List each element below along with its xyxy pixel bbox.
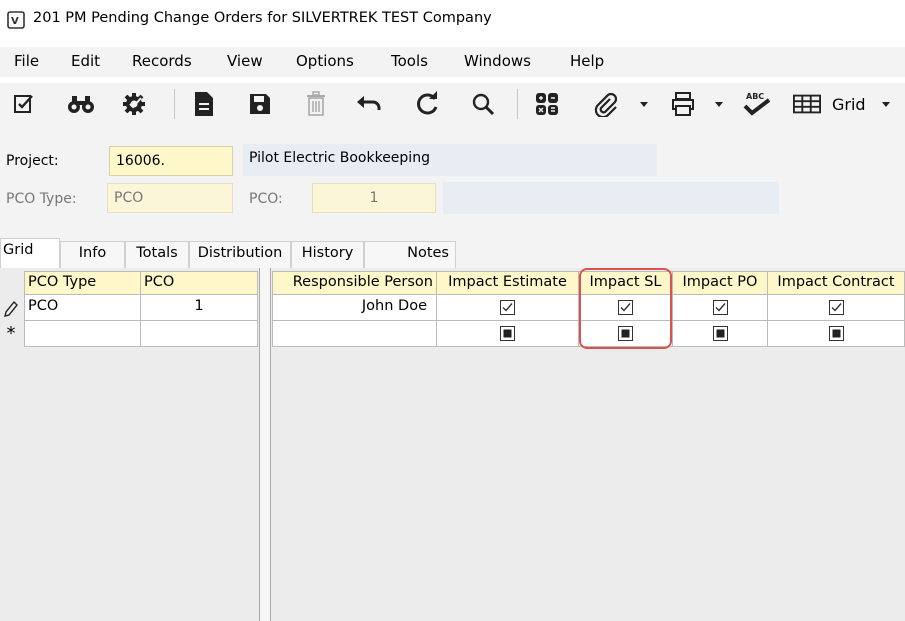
menu-records[interactable]: Records	[132, 52, 192, 70]
checkbox-checked-icon[interactable]	[828, 300, 844, 315]
new-document-icon[interactable]	[190, 90, 218, 118]
tab-distribution[interactable]: Distribution	[189, 241, 291, 268]
data-grid: PCO Type PCO Responsible Person Impact E…	[0, 268, 905, 621]
menu-help[interactable]: Help	[570, 52, 604, 70]
tab-grid[interactable]: Grid	[0, 238, 60, 269]
checkbox-checked-icon[interactable]	[712, 300, 728, 315]
grid-view-icon[interactable]	[793, 90, 821, 118]
undo-icon[interactable]	[355, 90, 383, 118]
menu-windows[interactable]: Windows	[464, 52, 531, 70]
print-dropdown-icon[interactable]	[715, 102, 723, 107]
tab-history[interactable]: History	[291, 241, 364, 268]
cell-impact-po-new[interactable]	[672, 320, 768, 347]
toolbar: ABC Grid	[0, 83, 905, 127]
check-list-icon[interactable]	[10, 90, 38, 118]
search-icon[interactable]	[469, 90, 497, 118]
svg-text:V: V	[11, 16, 19, 27]
calculator-icon[interactable]	[533, 90, 561, 118]
toolbar-separator	[174, 89, 175, 119]
print-icon[interactable]	[669, 90, 697, 118]
checkbox-indeterminate-icon[interactable]	[712, 326, 728, 341]
column-header-impact-estimate[interactable]: Impact Estimate	[436, 271, 579, 295]
tab-info[interactable]: Info	[60, 241, 125, 268]
app-icon: V	[7, 11, 25, 29]
cell-pco[interactable]: 1	[140, 294, 258, 321]
window-title: 201 PM Pending Change Orders for SILVERT…	[33, 10, 492, 26]
menu-options[interactable]: Options	[296, 52, 354, 70]
binoculars-icon[interactable]	[67, 90, 95, 118]
tab-totals[interactable]: Totals	[125, 241, 189, 268]
cell-impact-contract-new[interactable]	[767, 320, 905, 347]
asterisk-icon: *	[6, 323, 16, 344]
cell-impact-estimate[interactable]	[436, 294, 579, 321]
spellcheck-icon[interactable]: ABC	[740, 90, 774, 118]
cell-responsible-person-new[interactable]	[272, 320, 437, 347]
grid-dropdown-icon[interactable]	[882, 102, 890, 107]
project-field[interactable]: 16006.	[109, 146, 233, 176]
cell-pco-type[interactable]: PCO	[24, 294, 141, 321]
menu-edit[interactable]: Edit	[71, 52, 100, 70]
grid-view-label[interactable]: Grid	[832, 95, 866, 114]
column-header-pco[interactable]: PCO	[140, 271, 258, 295]
pencil-icon	[0, 295, 22, 322]
column-header-impact-contract[interactable]: Impact Contract	[767, 271, 905, 295]
title-bar: V 201 PM Pending Change Orders for SILVE…	[0, 0, 905, 40]
cell-impact-contract[interactable]	[767, 294, 905, 321]
delete-icon[interactable]	[302, 90, 330, 118]
grid-splitter[interactable]	[259, 268, 271, 621]
spellcheck-badge: ABC	[746, 92, 764, 101]
cell-impact-po[interactable]	[672, 294, 768, 321]
tab-strip: Grid Info Totals Distribution History No…	[0, 238, 905, 269]
column-header-responsible-person[interactable]: Responsible Person	[272, 271, 437, 295]
project-label: Project:	[6, 153, 59, 169]
menu-view[interactable]: View	[227, 52, 263, 70]
menu-bar: File Edit Records View Options Tools Win…	[0, 47, 905, 77]
pco-field[interactable]: 1	[312, 183, 436, 213]
column-header-pco-type[interactable]: PCO Type	[24, 271, 141, 295]
toolbar-separator	[517, 89, 518, 119]
pco-type-label: PCO Type:	[6, 191, 77, 207]
tab-notes[interactable]: Notes	[364, 241, 456, 268]
attachment-icon[interactable]	[591, 90, 619, 118]
column-header-impact-po[interactable]: Impact PO	[672, 271, 768, 295]
menu-file[interactable]: File	[14, 52, 39, 70]
settings-gear-icon[interactable]	[120, 90, 148, 118]
project-description-field[interactable]: Pilot Electric Bookkeeping	[243, 144, 657, 176]
pco-label: PCO:	[249, 191, 283, 207]
pco-type-field[interactable]: PCO	[107, 183, 233, 213]
pco-description-field[interactable]	[443, 182, 779, 214]
checkbox-indeterminate-icon[interactable]	[500, 326, 515, 341]
cell-pco-new[interactable]	[140, 320, 258, 347]
save-icon[interactable]	[246, 90, 274, 118]
refresh-icon[interactable]	[413, 90, 441, 118]
menu-tools[interactable]: Tools	[391, 52, 428, 70]
impact-sl-highlight	[579, 268, 672, 349]
checkbox-checked-icon[interactable]	[500, 300, 515, 315]
attachment-dropdown-icon[interactable]	[640, 102, 648, 107]
cell-impact-estimate-new[interactable]	[436, 320, 579, 347]
header-form: Project: 16006. Pilot Electric Bookkeepi…	[0, 127, 905, 240]
checkbox-indeterminate-icon[interactable]	[828, 326, 844, 341]
cell-pco-type-new[interactable]	[24, 320, 141, 347]
cell-responsible-person[interactable]: John Doe	[272, 294, 437, 321]
